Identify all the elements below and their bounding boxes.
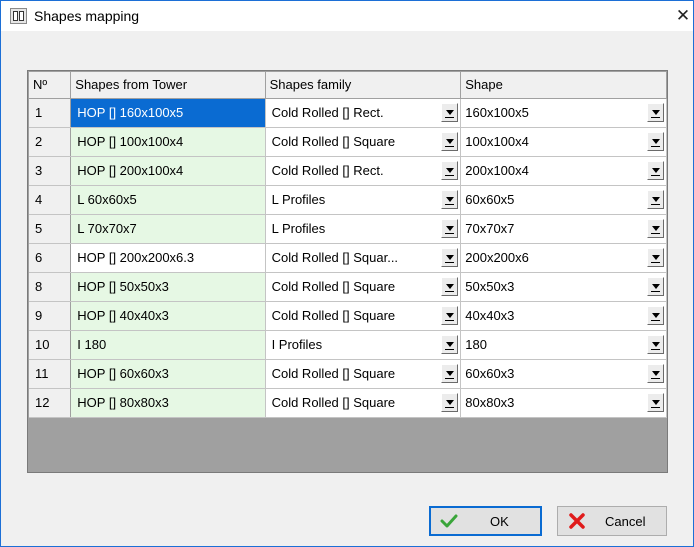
chevron-down-icon[interactable] xyxy=(441,218,459,238)
shapes-family-dropdown[interactable]: Cold Rolled [] Square xyxy=(265,388,462,418)
row-number-cell: 1 xyxy=(29,98,72,128)
chevron-down-icon[interactable] xyxy=(441,160,459,180)
row-number-cell: 12 xyxy=(29,388,72,418)
shapes-family-dropdown[interactable]: Cold Rolled [] Square xyxy=(265,301,462,331)
shapes-mapping-dialog: Shapes mapping ✕ Nº Shapes from Tower Sh… xyxy=(0,0,694,547)
table-row[interactable]: 3 HOP [] 200x100x4 Cold Rolled [] Rect. 200… xyxy=(29,156,667,186)
checkmark-icon xyxy=(440,514,458,528)
table-row[interactable]: 10 I 180 I Profiles 180 xyxy=(29,330,667,360)
chevron-down-icon[interactable] xyxy=(441,392,459,412)
grid-header-row: Nº Shapes from Tower Shapes family Shape xyxy=(29,72,667,99)
shape-dropdown[interactable]: 200x100x4 xyxy=(460,156,667,186)
shape-dropdown[interactable]: 70x70x7 xyxy=(460,214,667,244)
chevron-down-icon[interactable] xyxy=(647,131,664,151)
chevron-down-icon[interactable] xyxy=(647,218,664,238)
shape-dropdown[interactable]: 60x60x3 xyxy=(460,359,667,389)
row-number-cell: 9 xyxy=(29,301,72,331)
red-x-icon xyxy=(569,513,585,529)
mapping-grid: Nº Shapes from Tower Shapes family Shape… xyxy=(29,72,667,418)
table-row[interactable]: 5L 70x70x7 L Profiles 70x70x7 xyxy=(29,214,667,244)
shape-dropdown[interactable]: 50x50x3 xyxy=(460,272,667,302)
chevron-down-icon[interactable] xyxy=(647,276,664,296)
chevron-down-icon[interactable] xyxy=(647,189,664,209)
tower-shape-cell[interactable]: HOP [] 160x100x5 xyxy=(70,98,266,128)
row-number-cell: 2 xyxy=(29,127,72,157)
shapes-family-dropdown[interactable]: L Profiles xyxy=(265,185,462,215)
table-row[interactable]: 8 HOP [] 50x50x3 Cold Rolled [] Square 50x5… xyxy=(29,272,667,302)
tower-shape-cell[interactable]: HOP [] 200x100x4 xyxy=(70,156,266,186)
chevron-down-icon[interactable] xyxy=(647,102,664,122)
cancel-button[interactable]: Cancel xyxy=(557,506,667,536)
cancel-label: Cancel xyxy=(605,514,646,529)
chevron-down-icon[interactable] xyxy=(441,276,459,296)
table-row[interactable]: 6 HOP [] 200x200x6.3 Cold Rolled [] Squar.… xyxy=(29,243,667,273)
ok-button[interactable]: OK xyxy=(429,506,542,536)
column-header-number[interactable]: Nº xyxy=(29,72,72,99)
chevron-down-icon[interactable] xyxy=(441,247,459,267)
tower-shape-cell[interactable]: HOP [] 100x100x4 xyxy=(70,127,266,157)
chevron-down-icon[interactable] xyxy=(441,102,459,122)
tower-shape-cell[interactable]: I 180 xyxy=(70,330,266,360)
shapes-family-dropdown[interactable]: L Profiles xyxy=(265,214,462,244)
shapes-family-dropdown[interactable]: Cold Rolled [] Square xyxy=(265,272,462,302)
window-title: Shapes mapping xyxy=(34,8,140,24)
shapes-family-dropdown[interactable]: Cold Rolled [] Rect. xyxy=(265,98,462,128)
chevron-down-icon[interactable] xyxy=(441,334,459,354)
close-button[interactable]: ✕ xyxy=(673,1,693,31)
tower-shape-cell[interactable]: HOP [] 200x200x6.3 xyxy=(70,243,266,273)
table-row[interactable]: 2 HOP [] 100x100x4 Cold Rolled [] Square 10… xyxy=(29,127,667,157)
row-number-cell: 8 xyxy=(29,272,72,302)
row-number-cell: 6 xyxy=(29,243,72,273)
shapes-family-dropdown[interactable]: I Profiles xyxy=(265,330,462,360)
chevron-down-icon[interactable] xyxy=(441,131,459,151)
row-number-cell: 3 xyxy=(29,156,72,186)
tower-shape-cell[interactable]: HOP [] 80x80x3 xyxy=(70,388,266,418)
tower-shape-cell[interactable]: HOP [] 60x60x3 xyxy=(70,359,266,389)
chevron-down-icon[interactable] xyxy=(647,247,664,267)
table-row[interactable]: 9 HOP [] 40x40x3 Cold Rolled [] Square 40x4… xyxy=(29,301,667,331)
shape-dropdown[interactable]: 80x80x3 xyxy=(460,388,667,418)
row-number-cell: 10 xyxy=(29,330,72,360)
shapes-family-dropdown[interactable]: Cold Rolled [] Rect. xyxy=(265,156,462,186)
chevron-down-icon[interactable] xyxy=(441,305,459,325)
app-icon xyxy=(10,8,27,24)
row-number-cell: 5 xyxy=(29,214,72,244)
ok-label: OK xyxy=(490,514,509,529)
tower-shape-cell[interactable]: HOP [] 50x50x3 xyxy=(70,272,266,302)
column-header-shape[interactable]: Shape xyxy=(460,72,667,99)
shapes-family-dropdown[interactable]: Cold Rolled [] Squar... xyxy=(265,243,462,273)
shape-dropdown[interactable]: 100x100x4 xyxy=(460,127,667,157)
tower-shape-cell[interactable]: L 70x70x7 xyxy=(70,214,266,244)
table-row[interactable]: 12 HOP [] 80x80x3 Cold Rolled [] Square 80x… xyxy=(29,388,667,418)
shape-dropdown[interactable]: 160x100x5 xyxy=(460,98,667,128)
chevron-down-icon[interactable] xyxy=(647,334,664,354)
chevron-down-icon[interactable] xyxy=(441,363,459,383)
chevron-down-icon[interactable] xyxy=(647,160,664,180)
chevron-down-icon[interactable] xyxy=(647,392,664,412)
column-header-shapes-from-tower[interactable]: Shapes from Tower xyxy=(70,72,266,99)
tower-shape-cell[interactable]: HOP [] 40x40x3 xyxy=(70,301,266,331)
chevron-down-icon[interactable] xyxy=(647,305,664,325)
shapes-family-dropdown[interactable]: Cold Rolled [] Square xyxy=(265,359,462,389)
row-number-cell: 4 xyxy=(29,185,72,215)
shape-dropdown[interactable]: 200x200x6 xyxy=(460,243,667,273)
row-number-cell: 11 xyxy=(29,359,72,389)
shape-dropdown[interactable]: 180 xyxy=(460,330,667,360)
chevron-down-icon[interactable] xyxy=(441,189,459,209)
column-header-shapes-family[interactable]: Shapes family xyxy=(265,72,462,99)
tower-shape-cell[interactable]: L 60x60x5 xyxy=(70,185,266,215)
chevron-down-icon[interactable] xyxy=(647,363,664,383)
mapping-grid-panel: Nº Shapes from Tower Shapes family Shape… xyxy=(27,70,668,473)
shape-dropdown[interactable]: 40x40x3 xyxy=(460,301,667,331)
shapes-family-dropdown[interactable]: Cold Rolled [] Square xyxy=(265,127,462,157)
table-row[interactable]: 4L 60x60x5 L Profiles 60x60x5 xyxy=(29,185,667,215)
table-row[interactable]: 1 HOP [] 160x100x5 Cold Rolled [] Rect. 160… xyxy=(29,98,667,128)
title-bar[interactable]: Shapes mapping ✕ xyxy=(1,1,693,31)
table-row[interactable]: 11 HOP [] 60x60x3 Cold Rolled [] Square 60x… xyxy=(29,359,667,389)
shape-dropdown[interactable]: 60x60x5 xyxy=(460,185,667,215)
